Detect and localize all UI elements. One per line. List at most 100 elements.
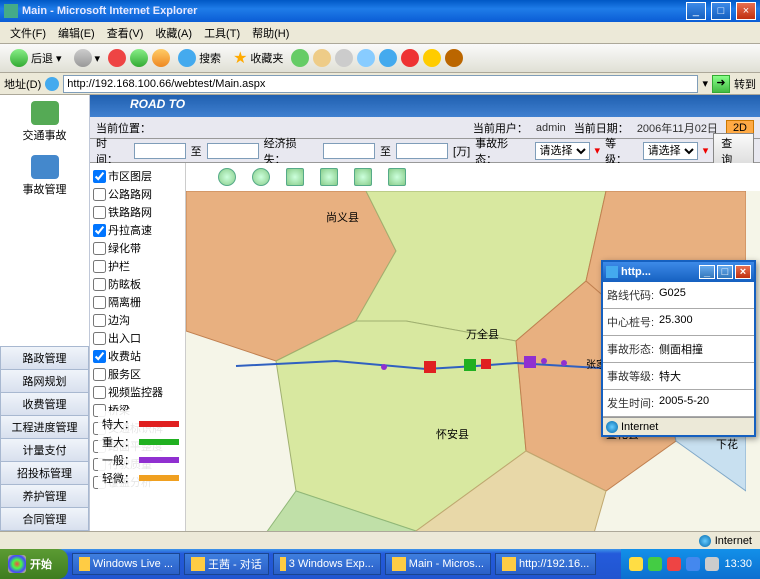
layer-checkbox-8[interactable]: 边沟: [93, 311, 182, 329]
time-from-input[interactable]: [134, 143, 186, 159]
current-date: 2006年11月02日: [637, 120, 718, 136]
nav-menu-item[interactable]: 工程进度管理: [0, 415, 89, 438]
info-bar: 当前位置： 当前用户： admin 当前日期： 2006年11月02日 2D: [90, 117, 760, 139]
fullextent-icon[interactable]: [354, 168, 372, 186]
tray-icon[interactable]: [667, 557, 681, 571]
select-icon[interactable]: [320, 168, 338, 186]
nav-menu-item[interactable]: 养护管理: [0, 484, 89, 507]
search-button[interactable]: 搜索: [174, 47, 225, 69]
window-titlebar: Main - Microsoft Internet Explorer _ □ ×: [0, 0, 760, 22]
taskbar-item[interactable]: Main - Micros...: [385, 553, 491, 575]
menu-fav[interactable]: 收藏(A): [149, 23, 198, 43]
menu-file[interactable]: 文件(F): [4, 23, 52, 43]
maxthon-icon[interactable]: [401, 49, 419, 67]
qq-icon[interactable]: [423, 49, 441, 67]
home-icon[interactable]: [152, 49, 170, 67]
menu-help[interactable]: 帮助(H): [246, 23, 295, 43]
layer-checkbox-2[interactable]: 铁路路网: [93, 203, 182, 221]
nav-accident-mgmt[interactable]: 事故管理: [0, 149, 89, 203]
mail-icon[interactable]: [313, 49, 331, 67]
menu-edit[interactable]: 编辑(E): [52, 23, 101, 43]
accident-form-select[interactable]: 请选择: [535, 142, 590, 160]
layer-checkbox-0[interactable]: 市区图层: [93, 167, 182, 185]
loss-from-input[interactable]: [323, 143, 375, 159]
popup-minimize-button[interactable]: _: [699, 265, 715, 279]
layer-checkbox-12[interactable]: 视频监控器: [93, 383, 182, 401]
pan-icon[interactable]: [286, 168, 304, 186]
loss-to-input[interactable]: [396, 143, 448, 159]
layer-checkbox-10[interactable]: 收费站: [93, 347, 182, 365]
tray-icon[interactable]: [648, 557, 662, 571]
history-icon[interactable]: [291, 49, 309, 67]
address-label: 地址(D): [4, 76, 41, 92]
taskbar-item[interactable]: http://192.16...: [495, 553, 596, 575]
go-button[interactable]: ➜: [712, 75, 730, 93]
layer-checkbox-1[interactable]: 公路路网: [93, 185, 182, 203]
region-label: 尚义县: [326, 209, 359, 225]
map-toolbar: [186, 163, 760, 191]
accident-detail-popup: http... _ □ × 路线代码:G025中心桩号:25.300事故形态:侧…: [601, 260, 756, 437]
print-icon[interactable]: [335, 49, 353, 67]
tray-icon[interactable]: [629, 557, 643, 571]
popup-maximize-button[interactable]: □: [717, 265, 733, 279]
start-button[interactable]: 开始: [0, 549, 68, 579]
nav-menu-item[interactable]: 招投标管理: [0, 461, 89, 484]
security-zone: Internet: [715, 535, 752, 547]
brand-logo: ROAD TO: [130, 97, 185, 111]
query-bar: 时间： 至 经济损失： 至 [万] 事故形态： 请选择 ▾ 等级： 请选择 ▾ …: [90, 139, 760, 163]
taskbar-item[interactable]: 3 Windows Exp...: [273, 553, 381, 575]
ie-icon: [606, 266, 618, 278]
layer-checkbox-3[interactable]: 丹拉高速: [93, 221, 182, 239]
system-tray[interactable]: 13:30: [621, 549, 760, 579]
tray-icon[interactable]: [686, 557, 700, 571]
zoom-out-icon[interactable]: [252, 168, 270, 186]
maximize-button[interactable]: □: [711, 2, 731, 20]
windows-taskbar: 开始 Windows Live ...王茜 - 对话3 Windows Exp.…: [0, 549, 760, 579]
stop-icon[interactable]: [108, 49, 126, 67]
time-to-input[interactable]: [207, 143, 259, 159]
forward-button[interactable]: ▾: [70, 47, 105, 69]
nav-menu-item[interactable]: 计量支付: [0, 438, 89, 461]
ie-toolbar: 后退 ▾ ▾ 搜索 ★收藏夹: [0, 44, 760, 73]
minimize-button[interactable]: _: [686, 2, 706, 20]
clock[interactable]: 13:30: [724, 558, 752, 570]
nav-menu-item[interactable]: 收费管理: [0, 392, 89, 415]
favorites-button[interactable]: ★收藏夹: [229, 46, 287, 70]
region-label: 下花: [716, 436, 738, 452]
msn-icon[interactable]: [379, 49, 397, 67]
internet-zone-icon: [699, 535, 711, 547]
url-input[interactable]: [63, 75, 698, 93]
menu-view[interactable]: 查看(V): [101, 23, 150, 43]
tray-icon[interactable]: [705, 557, 719, 571]
taskbar-item[interactable]: 王茜 - 对话: [184, 553, 269, 575]
ie-icon: [4, 4, 18, 18]
region-label: 万全县: [466, 326, 499, 342]
zoom-in-icon[interactable]: [218, 168, 236, 186]
popup-status: Internet: [621, 421, 658, 433]
nav-menu-item[interactable]: 路网规划: [0, 369, 89, 392]
tool-icon[interactable]: [445, 49, 463, 67]
layer-checkbox-6[interactable]: 防眩板: [93, 275, 182, 293]
nav-menu-item[interactable]: 合同管理: [0, 507, 89, 531]
layer-checkbox-4[interactable]: 绿化带: [93, 239, 182, 257]
popup-title: http...: [621, 266, 651, 278]
back-button[interactable]: 后退 ▾: [6, 47, 66, 69]
layer-checkbox-9[interactable]: 出入口: [93, 329, 182, 347]
taskbar-item[interactable]: Windows Live ...: [72, 553, 180, 575]
edit-icon[interactable]: [357, 49, 375, 67]
layer-checkbox-11[interactable]: 服务区: [93, 365, 182, 383]
ie-status-bar: Internet: [0, 531, 760, 549]
measure-icon[interactable]: [388, 168, 406, 186]
layer-checkbox-5[interactable]: 护栏: [93, 257, 182, 275]
refresh-icon[interactable]: [130, 49, 148, 67]
close-button[interactable]: ×: [736, 2, 756, 20]
level-select[interactable]: 请选择: [643, 142, 698, 160]
popup-close-button[interactable]: ×: [735, 265, 751, 279]
nav-traffic-accident[interactable]: 交通事故: [0, 95, 89, 149]
nav-menu-item[interactable]: 路政管理: [0, 346, 89, 369]
go-label[interactable]: 转到: [734, 76, 756, 92]
menu-tools[interactable]: 工具(T): [198, 23, 246, 43]
layer-checkbox-7[interactable]: 隔离栅: [93, 293, 182, 311]
menu-bar: 文件(F) 编辑(E) 查看(V) 收藏(A) 工具(T) 帮助(H): [0, 22, 760, 44]
address-bar: 地址(D) ▾ ➜ 转到: [0, 73, 760, 95]
